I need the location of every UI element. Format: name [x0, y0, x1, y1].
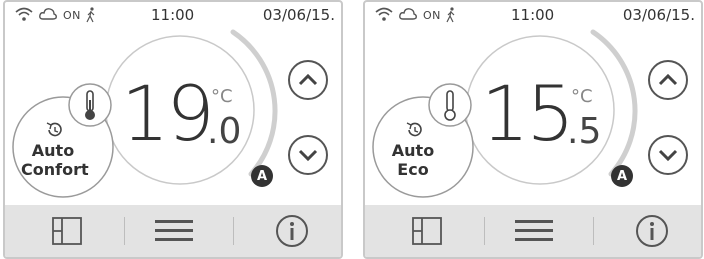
- temperature-decimal: .0: [207, 111, 242, 152]
- mode-line-auto: Auto: [31, 141, 75, 160]
- mode-line-name: Eco: [397, 160, 429, 179]
- thermometer-icon: [444, 90, 456, 121]
- temperature-unit: °C: [211, 86, 233, 107]
- mode-label[interactable]: Auto Confort: [21, 141, 89, 179]
- marker-a: A: [611, 165, 633, 187]
- chevron-up-icon: [298, 73, 318, 86]
- clock-icon: [406, 122, 422, 137]
- bottom-toolbar: [5, 205, 341, 257]
- decrease-temperature-button[interactable]: [288, 135, 328, 175]
- info-icon[interactable]: [275, 214, 309, 248]
- chevron-up-icon: [658, 73, 678, 86]
- chevron-down-icon: [298, 149, 318, 162]
- info-icon[interactable]: [635, 214, 669, 248]
- mode-label[interactable]: Auto Eco: [381, 141, 445, 179]
- toolbar-divider: [233, 217, 234, 245]
- thermostat-panel-eco: ON 11:00 03/06/15. Auto Eco 15 °C .5 A: [363, 0, 703, 259]
- toolbar-divider: [484, 217, 485, 245]
- bottom-toolbar: [365, 205, 701, 257]
- window-icon[interactable]: [51, 216, 83, 246]
- thermostat-panel-confort: ON 11:00 03/06/15. Auto Confort 19 °C .0: [3, 0, 343, 259]
- temperature-unit: °C: [571, 86, 593, 107]
- increase-temperature-button[interactable]: [288, 60, 328, 100]
- marker-a: A: [251, 165, 273, 187]
- menu-icon[interactable]: [515, 218, 553, 244]
- thermometer-icon: [85, 90, 95, 120]
- temperature-integer: 15: [481, 69, 575, 158]
- clock-icon: [46, 122, 62, 137]
- chevron-down-icon: [658, 149, 678, 162]
- toolbar-divider: [124, 217, 125, 245]
- mode-line-auto: Auto: [391, 141, 435, 160]
- window-icon[interactable]: [411, 216, 443, 246]
- toolbar-divider: [593, 217, 594, 245]
- decrease-temperature-button[interactable]: [648, 135, 688, 175]
- mode-line-name: Confort: [21, 160, 89, 179]
- menu-icon[interactable]: [155, 218, 193, 244]
- temperature-integer: 19: [121, 69, 215, 158]
- temperature-decimal: .5: [567, 111, 602, 152]
- increase-temperature-button[interactable]: [648, 60, 688, 100]
